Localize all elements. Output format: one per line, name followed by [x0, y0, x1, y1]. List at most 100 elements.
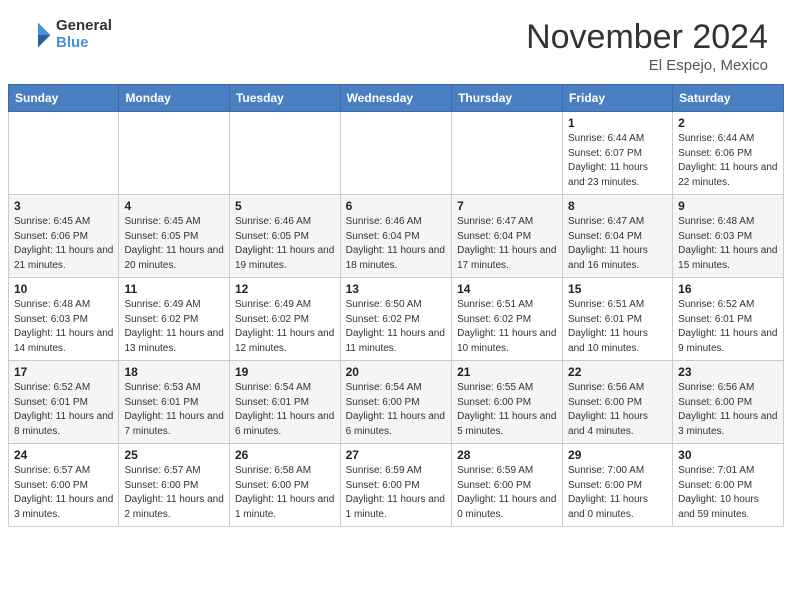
day-number: 5	[235, 199, 335, 213]
day-number: 13	[346, 282, 446, 296]
day-number: 12	[235, 282, 335, 296]
day-number: 28	[457, 448, 557, 462]
day-number: 17	[14, 365, 113, 379]
day-number: 26	[235, 448, 335, 462]
calendar-cell: 21 Sunrise: 6:55 AMSunset: 6:00 PMDaylig…	[452, 361, 563, 444]
day-number: 19	[235, 365, 335, 379]
cell-content: Sunrise: 6:57 AMSunset: 6:00 PMDaylight:…	[14, 465, 113, 520]
calendar-cell	[119, 112, 230, 195]
header: General Blue November 2024 El Espejo, Me…	[0, 0, 792, 84]
calendar-cell: 9 Sunrise: 6:48 AMSunset: 6:03 PMDayligh…	[673, 195, 784, 278]
cell-content: Sunrise: 6:44 AMSunset: 6:06 PMDaylight:…	[678, 133, 777, 188]
calendar-cell: 22 Sunrise: 6:56 AMSunset: 6:00 PMDaylig…	[563, 361, 673, 444]
col-friday: Friday	[563, 85, 673, 112]
cell-content: Sunrise: 6:57 AMSunset: 6:00 PMDaylight:…	[124, 465, 223, 520]
calendar-cell: 3 Sunrise: 6:45 AMSunset: 6:06 PMDayligh…	[9, 195, 119, 278]
day-number: 23	[678, 365, 778, 379]
weekday-header-row: Sunday Monday Tuesday Wednesday Thursday…	[9, 85, 784, 112]
day-number: 14	[457, 282, 557, 296]
calendar-cell: 5 Sunrise: 6:46 AMSunset: 6:05 PMDayligh…	[229, 195, 340, 278]
calendar-week-row: 1 Sunrise: 6:44 AMSunset: 6:07 PMDayligh…	[9, 112, 784, 195]
day-number: 1	[568, 116, 667, 130]
day-number: 30	[678, 448, 778, 462]
calendar-cell: 11 Sunrise: 6:49 AMSunset: 6:02 PMDaylig…	[119, 278, 230, 361]
day-number: 21	[457, 365, 557, 379]
cell-content: Sunrise: 6:48 AMSunset: 6:03 PMDaylight:…	[14, 299, 113, 354]
cell-content: Sunrise: 6:58 AMSunset: 6:00 PMDaylight:…	[235, 465, 334, 520]
col-saturday: Saturday	[673, 85, 784, 112]
col-monday: Monday	[119, 85, 230, 112]
calendar-cell: 8 Sunrise: 6:47 AMSunset: 6:04 PMDayligh…	[563, 195, 673, 278]
cell-content: Sunrise: 6:45 AMSunset: 6:05 PMDaylight:…	[124, 216, 223, 271]
calendar-cell: 2 Sunrise: 6:44 AMSunset: 6:06 PMDayligh…	[673, 112, 784, 195]
calendar-week-row: 3 Sunrise: 6:45 AMSunset: 6:06 PMDayligh…	[9, 195, 784, 278]
calendar-cell: 15 Sunrise: 6:51 AMSunset: 6:01 PMDaylig…	[563, 278, 673, 361]
calendar-cell: 14 Sunrise: 6:51 AMSunset: 6:02 PMDaylig…	[452, 278, 563, 361]
calendar-header: Sunday Monday Tuesday Wednesday Thursday…	[9, 85, 784, 112]
day-number: 24	[14, 448, 113, 462]
day-number: 9	[678, 199, 778, 213]
day-number: 29	[568, 448, 667, 462]
calendar-cell: 29 Sunrise: 7:00 AMSunset: 6:00 PMDaylig…	[563, 444, 673, 527]
logo-general-text: General	[56, 18, 112, 35]
cell-content: Sunrise: 6:45 AMSunset: 6:06 PMDaylight:…	[14, 216, 113, 271]
day-number: 10	[14, 282, 113, 296]
calendar-cell	[452, 112, 563, 195]
calendar-week-row: 10 Sunrise: 6:48 AMSunset: 6:03 PMDaylig…	[9, 278, 784, 361]
day-number: 27	[346, 448, 446, 462]
calendar-wrap: Sunday Monday Tuesday Wednesday Thursday…	[0, 84, 792, 535]
calendar-body: 1 Sunrise: 6:44 AMSunset: 6:07 PMDayligh…	[9, 112, 784, 527]
cell-content: Sunrise: 7:00 AMSunset: 6:00 PMDaylight:…	[568, 465, 648, 520]
col-sunday: Sunday	[9, 85, 119, 112]
calendar-week-row: 17 Sunrise: 6:52 AMSunset: 6:01 PMDaylig…	[9, 361, 784, 444]
day-number: 20	[346, 365, 446, 379]
cell-content: Sunrise: 7:01 AMSunset: 6:00 PMDaylight:…	[678, 465, 759, 520]
calendar-cell: 18 Sunrise: 6:53 AMSunset: 6:01 PMDaylig…	[119, 361, 230, 444]
calendar-cell: 6 Sunrise: 6:46 AMSunset: 6:04 PMDayligh…	[340, 195, 451, 278]
cell-content: Sunrise: 6:54 AMSunset: 6:00 PMDaylight:…	[346, 382, 445, 437]
cell-content: Sunrise: 6:53 AMSunset: 6:01 PMDaylight:…	[124, 382, 223, 437]
day-number: 4	[124, 199, 224, 213]
calendar-cell: 24 Sunrise: 6:57 AMSunset: 6:00 PMDaylig…	[9, 444, 119, 527]
title-block: November 2024 El Espejo, Mexico	[526, 18, 768, 74]
day-number: 22	[568, 365, 667, 379]
day-number: 15	[568, 282, 667, 296]
cell-content: Sunrise: 6:49 AMSunset: 6:02 PMDaylight:…	[124, 299, 223, 354]
logo-blue-text: Blue	[56, 35, 112, 52]
col-wednesday: Wednesday	[340, 85, 451, 112]
day-number: 16	[678, 282, 778, 296]
cell-content: Sunrise: 6:56 AMSunset: 6:00 PMDaylight:…	[678, 382, 777, 437]
calendar-cell: 26 Sunrise: 6:58 AMSunset: 6:00 PMDaylig…	[229, 444, 340, 527]
cell-content: Sunrise: 6:48 AMSunset: 6:03 PMDaylight:…	[678, 216, 777, 271]
cell-content: Sunrise: 6:51 AMSunset: 6:01 PMDaylight:…	[568, 299, 648, 354]
calendar-cell	[9, 112, 119, 195]
calendar-cell: 1 Sunrise: 6:44 AMSunset: 6:07 PMDayligh…	[563, 112, 673, 195]
day-number: 2	[678, 116, 778, 130]
day-number: 8	[568, 199, 667, 213]
cell-content: Sunrise: 6:56 AMSunset: 6:00 PMDaylight:…	[568, 382, 648, 437]
calendar-cell: 27 Sunrise: 6:59 AMSunset: 6:00 PMDaylig…	[340, 444, 451, 527]
calendar-cell: 7 Sunrise: 6:47 AMSunset: 6:04 PMDayligh…	[452, 195, 563, 278]
calendar-cell: 19 Sunrise: 6:54 AMSunset: 6:01 PMDaylig…	[229, 361, 340, 444]
calendar-cell	[340, 112, 451, 195]
calendar-week-row: 24 Sunrise: 6:57 AMSunset: 6:00 PMDaylig…	[9, 444, 784, 527]
cell-content: Sunrise: 6:46 AMSunset: 6:04 PMDaylight:…	[346, 216, 445, 271]
cell-content: Sunrise: 6:52 AMSunset: 6:01 PMDaylight:…	[14, 382, 113, 437]
logo-text: General Blue	[56, 18, 112, 51]
cell-content: Sunrise: 6:47 AMSunset: 6:04 PMDaylight:…	[568, 216, 648, 271]
day-number: 6	[346, 199, 446, 213]
col-thursday: Thursday	[452, 85, 563, 112]
col-tuesday: Tuesday	[229, 85, 340, 112]
calendar-cell: 10 Sunrise: 6:48 AMSunset: 6:03 PMDaylig…	[9, 278, 119, 361]
cell-content: Sunrise: 6:49 AMSunset: 6:02 PMDaylight:…	[235, 299, 334, 354]
day-number: 11	[124, 282, 224, 296]
calendar-cell	[229, 112, 340, 195]
calendar-cell: 23 Sunrise: 6:56 AMSunset: 6:00 PMDaylig…	[673, 361, 784, 444]
cell-content: Sunrise: 6:50 AMSunset: 6:02 PMDaylight:…	[346, 299, 445, 354]
logo: General Blue	[24, 18, 112, 51]
calendar-cell: 4 Sunrise: 6:45 AMSunset: 6:05 PMDayligh…	[119, 195, 230, 278]
cell-content: Sunrise: 6:47 AMSunset: 6:04 PMDaylight:…	[457, 216, 556, 271]
cell-content: Sunrise: 6:44 AMSunset: 6:07 PMDaylight:…	[568, 133, 648, 188]
logo-icon	[24, 21, 52, 49]
location: El Espejo, Mexico	[526, 57, 768, 74]
